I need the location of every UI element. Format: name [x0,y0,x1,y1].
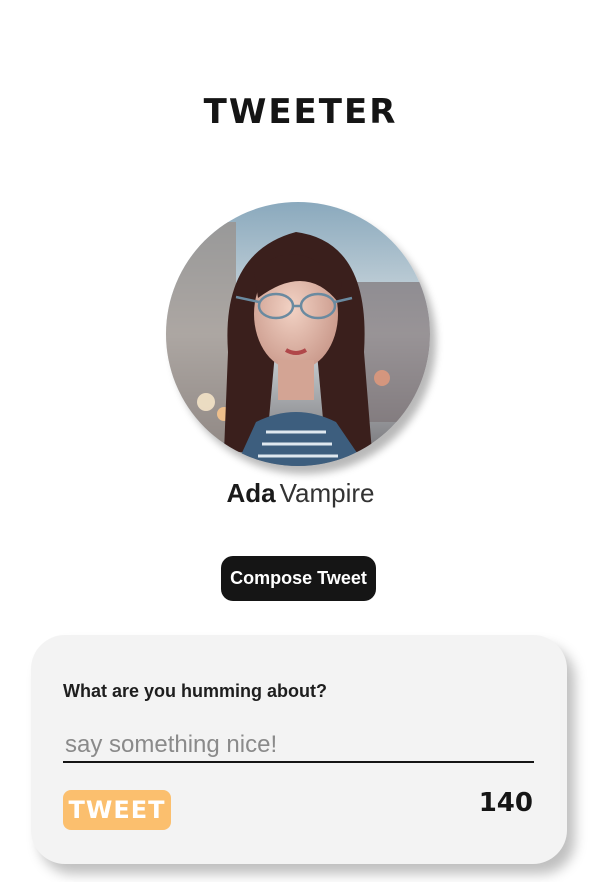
user-first-name: Ada [226,478,276,508]
tweet-submit-button[interactable]: TWEET [63,790,171,830]
avatar [166,202,430,466]
tweet-input[interactable] [63,729,534,763]
user-name: Ada Vampire [0,478,601,509]
char-count: 140 [478,788,533,818]
avatar-photo [166,202,430,466]
compose-tweet-button[interactable]: Compose Tweet [221,556,376,601]
app-title: TWEETER [203,92,398,132]
tweet-prompt-label: What are you humming about? [63,681,327,701]
tweet-card: What are you humming about? TWEET 140 [31,635,567,864]
user-last-name: Vampire [279,478,375,508]
